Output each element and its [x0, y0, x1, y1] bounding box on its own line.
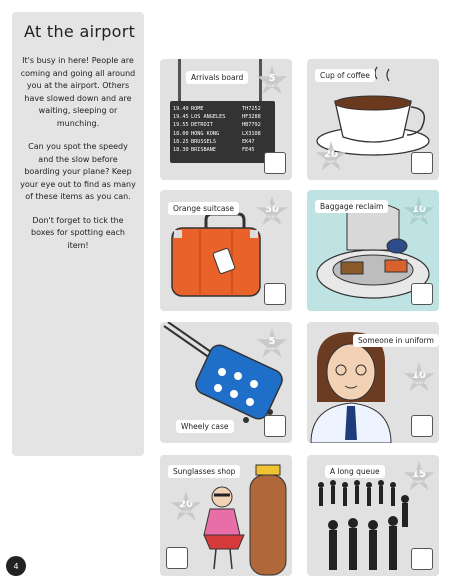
card-long-queue: A long queue 15 POINTS [307, 455, 439, 576]
tick-box-long-queue[interactable] [411, 548, 433, 570]
card-orange-suitcase: Orange suitcase 50 POINTS [160, 190, 292, 311]
tick-box-baggage-reclaim[interactable] [411, 283, 433, 305]
board-row: 18.25 BRUSSELS EK47 [173, 138, 255, 145]
board-row: 18.00 HONG KONG LX3108 [173, 130, 261, 137]
tick-box-sunglasses-shop[interactable] [166, 547, 188, 569]
board-row: 19.40 ROME TH7252 [173, 106, 261, 112]
intro-panel: At the airport It's busy in here! People… [12, 12, 144, 456]
board-row: 19.45 LOS ANGELES HF3288 [173, 114, 261, 121]
intro-paragraph-3: Don't forget to tick the boxes for spott… [30, 215, 125, 250]
page-title: At the airport [24, 22, 136, 41]
card-wheely-case: Wheely case 5 POINTS [160, 322, 292, 443]
board-row: 18.30 BRISBANE FE45 [173, 147, 255, 154]
card-label: Cup of coffee [315, 69, 375, 82]
arrivals-board: 19.40 ROME TH7252 19.45 LOS ANGELES HF3288 1… [170, 101, 275, 163]
intro-paragraph-1: It's busy in here! People are coming and… [20, 56, 136, 128]
card-cup-of-coffee: Cup of coffee 20 POINTS [307, 59, 439, 180]
tick-box-orange-suitcase[interactable] [264, 283, 286, 305]
tick-box-cup-of-coffee[interactable] [411, 152, 433, 174]
tick-box-wheely-case[interactable] [264, 415, 286, 437]
card-label: Arrivals board [186, 71, 249, 84]
card-someone-in-uniform: Someone in uniform 10 POINTS [307, 322, 439, 443]
card-baggage-reclaim: Baggage reclaim 10 POINTS [307, 190, 439, 311]
card-label: Wheely case [176, 420, 234, 433]
card-arrivals-board: 19.40 ROME TH7252 19.45 LOS ANGELES HF3288 1… [160, 59, 292, 180]
card-sunglasses-shop: Sunglasses shop 20 POINTS [160, 455, 292, 576]
tick-box-arrivals-board[interactable] [264, 152, 286, 174]
board-row: 19.55 DETROIT HB7792 [173, 122, 261, 129]
card-label: Someone in uniform [353, 334, 439, 347]
page-number: 4 [6, 556, 26, 576]
card-label: Baggage reclaim [315, 200, 389, 213]
intro-paragraph-2: Can you spot the speedy and the slow bef… [20, 142, 136, 201]
card-label: Orange suitcase [168, 202, 240, 215]
card-label: Sunglasses shop [168, 465, 241, 478]
card-label: A long queue [325, 465, 385, 478]
tick-box-someone-in-uniform[interactable] [411, 415, 433, 437]
